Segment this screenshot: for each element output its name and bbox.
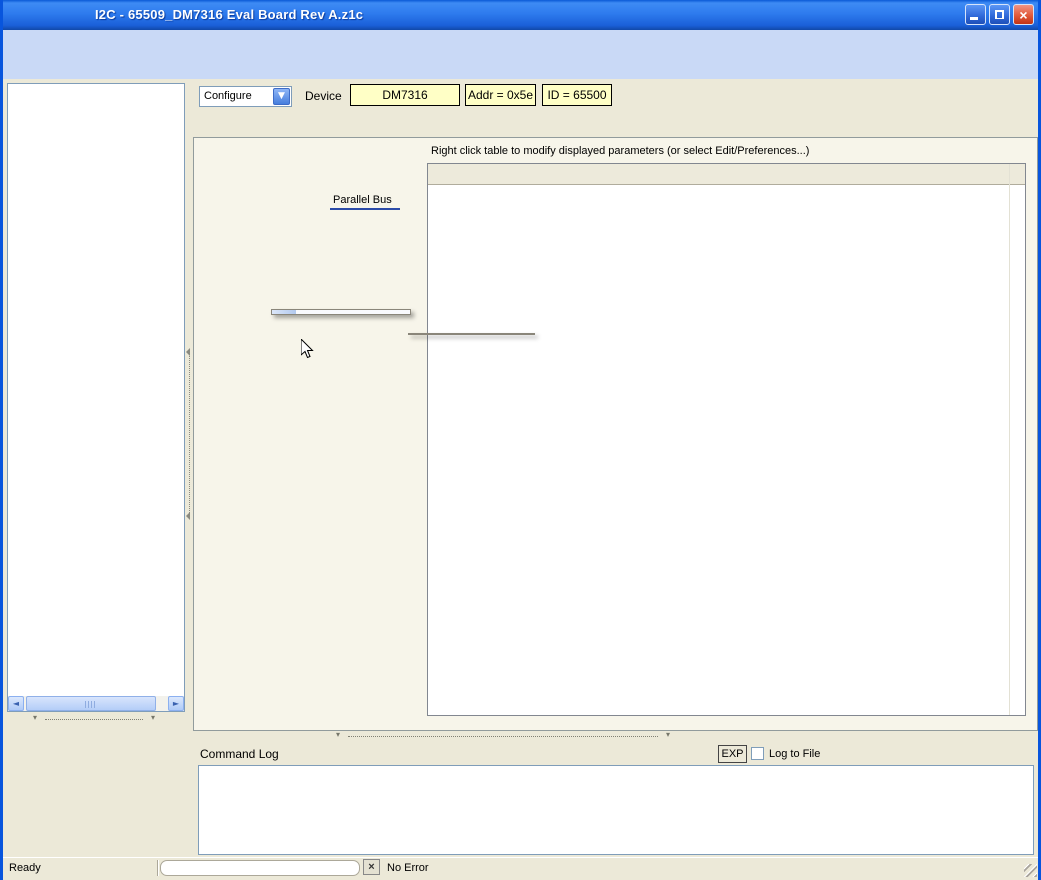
vertical-splitter[interactable] xyxy=(185,140,193,712)
context-menu xyxy=(271,309,411,315)
splitter-arrow-icon: ▾ xyxy=(336,730,340,739)
close-icon: × xyxy=(1014,6,1033,24)
mode-combobox[interactable]: Configure ▼ xyxy=(199,86,292,107)
minimize-button[interactable] xyxy=(965,4,986,25)
command-log-title: Command Log xyxy=(200,747,279,761)
error-clear-icon[interactable]: × xyxy=(363,859,380,875)
title-bar: I2C - 65509_DM7316 Eval Board Rev A.z1c … xyxy=(0,0,1041,30)
device-id-field: ID = 65500 xyxy=(542,84,612,106)
tree-horizontal-scrollbar[interactable]: ◄ ► xyxy=(8,696,184,711)
log-to-file-label: Log to File xyxy=(769,748,820,760)
exp-button[interactable]: EXP xyxy=(718,745,747,763)
splitter-arrow-icon: ▾ xyxy=(666,730,670,739)
minimize-icon xyxy=(970,17,978,20)
left-panel-splitter[interactable]: ▾ ▾ xyxy=(33,716,155,723)
log-panel-splitter[interactable]: ▾ ▾ xyxy=(336,733,670,740)
mouse-cursor xyxy=(301,339,314,363)
splitter-arrow-icon: ▾ xyxy=(151,713,155,722)
command-log-textarea[interactable] xyxy=(198,765,1034,855)
scrollbar-thumb[interactable] xyxy=(26,696,156,711)
device-name-field: DM7316 xyxy=(350,84,460,106)
log-to-file-checkbox[interactable] xyxy=(751,747,764,760)
scroll-left-icon[interactable]: ◄ xyxy=(8,696,24,711)
window-title: I2C - 65509_DM7316 Eval Board Rev A.z1c xyxy=(95,7,363,22)
device-addr-field: Addr = 0x5e xyxy=(465,84,536,106)
parameter-table[interactable] xyxy=(427,163,1026,716)
app-window: I2C - 65509_DM7316 Eval Board Rev A.z1c … xyxy=(0,0,1041,880)
parallel-bus-list xyxy=(330,208,400,210)
resize-grip[interactable] xyxy=(1024,864,1037,877)
maximize-icon xyxy=(995,10,1004,19)
close-button[interactable]: × xyxy=(1013,4,1034,25)
toolbar xyxy=(3,53,1038,79)
device-label: Device xyxy=(305,89,342,103)
parallel-bus-title: Parallel Bus xyxy=(333,194,392,206)
device-tree xyxy=(7,83,185,712)
device-submenu xyxy=(408,333,535,335)
status-error-text: No Error xyxy=(387,862,429,874)
maximize-button[interactable] xyxy=(989,4,1010,25)
group-pol-grid xyxy=(199,143,329,703)
status-ready-text: Ready xyxy=(9,862,41,874)
combo-dropdown-icon[interactable]: ▼ xyxy=(273,88,290,105)
status-bar: Ready × No Error xyxy=(3,857,1038,878)
table-column-divider xyxy=(1009,164,1010,715)
table-header xyxy=(428,164,1025,185)
scroll-right-icon[interactable]: ► xyxy=(168,696,184,711)
mode-combobox-value: Configure xyxy=(204,90,252,102)
status-progress-field xyxy=(160,860,360,876)
table-hint: Right click table to modify displayed pa… xyxy=(431,145,809,157)
splitter-arrow-icon: ▾ xyxy=(33,713,37,722)
menu-bar xyxy=(3,30,1038,54)
